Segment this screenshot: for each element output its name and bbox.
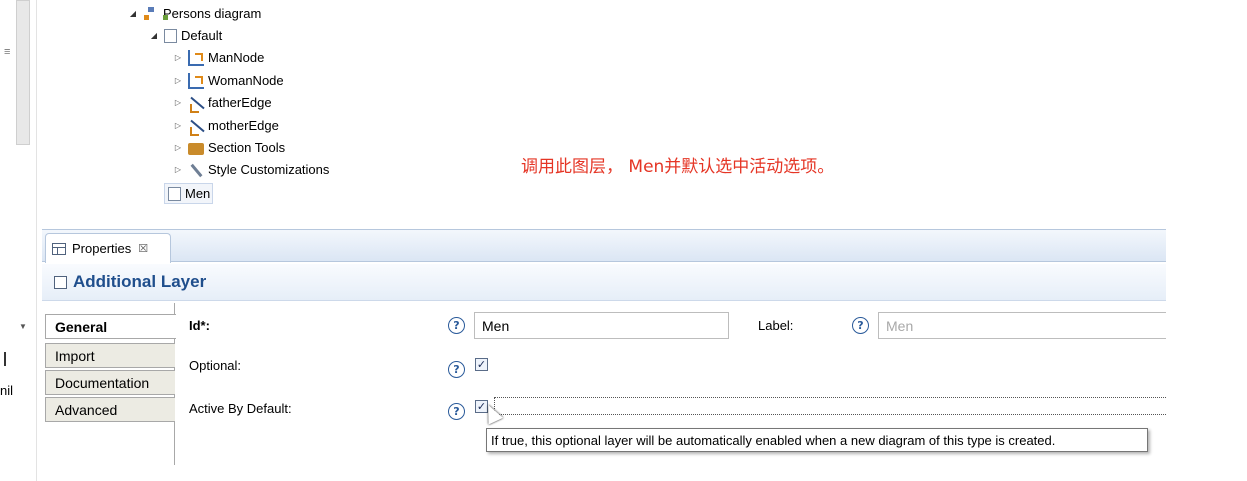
properties-header: Additional Layer [42,264,1166,301]
page-title: Additional Layer [73,272,207,291]
wrench-icon [188,162,204,178]
tree-item-label: Men [185,186,211,201]
edge-mapping-icon [188,95,204,113]
help-icon[interactable]: ? [448,403,465,420]
tab-label: Properties [72,241,132,256]
diagram-icon [143,6,168,22]
tree-item-label: Default [181,28,223,43]
node-mapping-icon [188,72,204,89]
model-tree: ◢ Persons diagram ◢ Default ▷ ManNode ▷ … [42,0,1166,227]
tooltip: If true, this optional layer will be aut… [486,428,1148,452]
tree-item-label: fatherEdge [208,95,272,110]
properties-icon [52,242,66,255]
optional-label: Optional: [189,358,242,373]
tree-item-motheredge[interactable]: ▷ motherEdge [172,115,279,136]
tree-item-label: Persons diagram [163,6,262,21]
grip-icon[interactable]: ≡ [4,47,10,58]
properties-tab-bar: Properties ☒ [42,229,1166,263]
id-label: Id*: [189,318,210,333]
tree-item-label: Style Customizations [208,162,330,177]
help-icon[interactable]: ? [448,317,465,334]
help-icon[interactable]: ? [852,317,869,334]
expanded-arrow-icon[interactable]: ◢ [148,31,160,40]
tree-item-fatheredge[interactable]: ▷ fatherEdge [172,92,272,113]
tree-item-mannode[interactable]: ▷ ManNode [172,47,264,68]
side-tab-import[interactable]: Import [45,343,175,368]
tree-item-style-customizations[interactable]: ▷ Style Customizations [172,159,329,180]
tab-properties[interactable]: Properties ☒ [45,233,171,263]
tree-item-label: ManNode [208,50,265,65]
collapsed-arrow-icon[interactable]: ▷ [172,143,184,152]
tree-item-default[interactable]: ◢ Default [148,25,222,46]
tree-item-label: WomanNode [208,73,284,88]
collapsed-arrow-icon[interactable]: ▷ [172,98,184,107]
collapsed-arrow-icon[interactable]: ▷ [172,121,184,130]
side-tab-general[interactable]: General [45,314,176,339]
help-icon[interactable]: ? [448,361,465,378]
expanded-arrow-icon[interactable]: ◢ [127,9,139,18]
edge-mapping-icon [188,118,204,136]
text-cursor-mark [4,352,6,366]
truncated-text: nil [0,383,14,398]
layer-icon [168,187,181,201]
left-view-strip: ≡ ▼ nil [0,0,37,481]
tree-item-persons-diagram[interactable]: ◢ Persons diagram [127,3,261,24]
tree-item-label: motherEdge [208,118,279,133]
tree-item-label: Section Tools [208,140,286,155]
layer-icon [54,275,67,289]
id-input[interactable]: Men [474,312,729,339]
side-tab-advanced[interactable]: Advanced [45,397,175,422]
layer-icon [164,29,177,43]
collapsed-arrow-icon[interactable]: ▷ [172,76,184,85]
label-input[interactable]: Men [878,312,1166,339]
focus-indicator [494,397,1166,415]
tools-icon [188,143,204,155]
collapsed-arrow-icon[interactable]: ▷ [172,165,184,174]
tree-item-section-tools[interactable]: ▷ Section Tools [172,137,285,158]
node-mapping-icon [188,49,204,66]
properties-side-tabs: General Import Documentation Advanced [43,303,176,465]
collapsed-arrow-icon[interactable]: ▷ [172,53,184,62]
dropdown-arrow-icon[interactable]: ▼ [19,322,27,331]
side-tab-documentation[interactable]: Documentation [45,370,175,395]
scrollbar-thumb[interactable] [16,0,30,145]
active-by-default-label: Active By Default: [189,401,292,416]
close-icon[interactable]: ☒ [138,242,148,255]
tree-item-men[interactable]: Men [164,183,214,204]
optional-checkbox[interactable]: ✓ [475,358,488,371]
tree-item-womannode[interactable]: ▷ WomanNode [172,70,284,91]
label-label: Label: [758,318,794,333]
annotation-text: 调用此图层， Men并默认选中活动选项。 [521,157,835,177]
